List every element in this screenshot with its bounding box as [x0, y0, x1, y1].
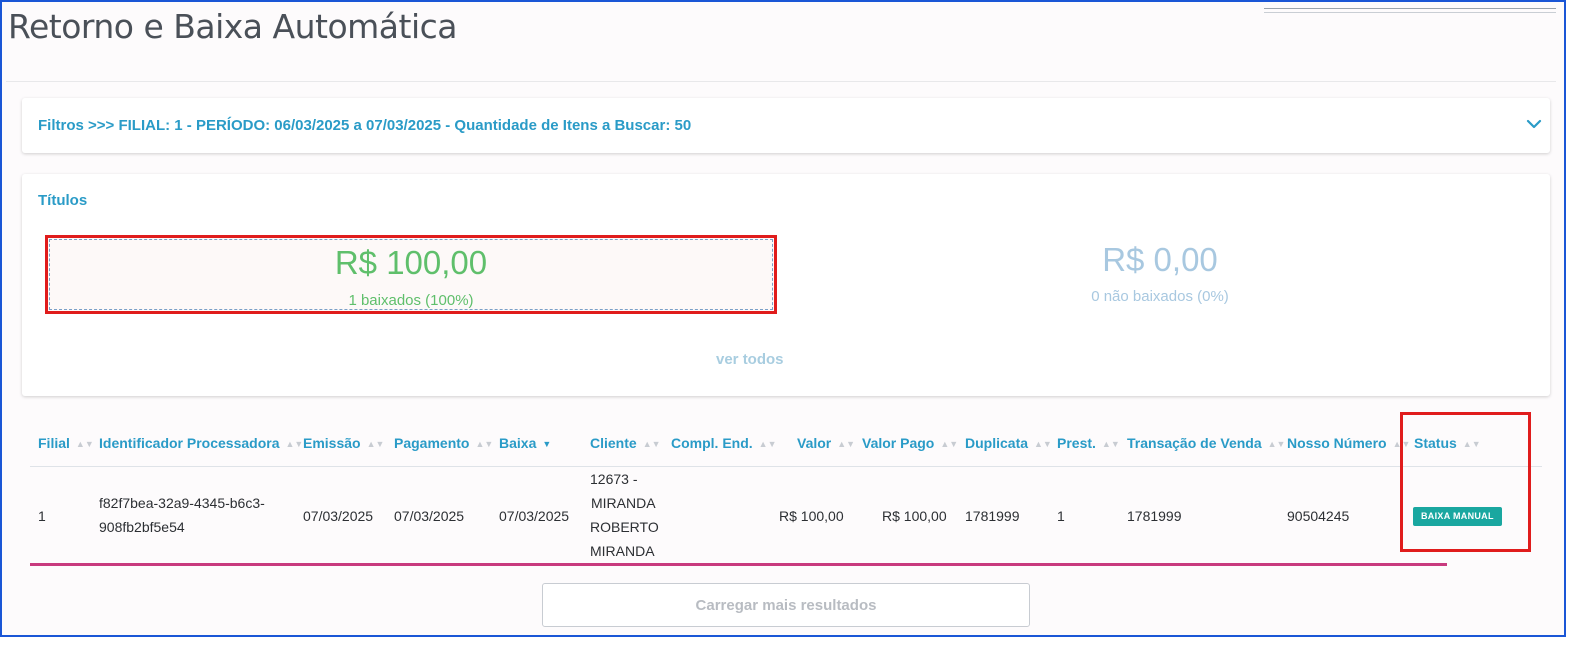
- nao-baixados-summary: R$ 0,00 0 não baixados (0%): [882, 235, 1438, 314]
- col-header-label: Compl. End.: [671, 435, 753, 451]
- table-header-divider: [30, 466, 1542, 467]
- sort-icon: ▲▼: [366, 439, 385, 449]
- sort-icon: ▲▼: [758, 439, 777, 449]
- cell-emissao: 07/03/2025: [303, 508, 374, 524]
- sort-desc-icon: ▼: [542, 439, 552, 449]
- col-header-label: Filial: [38, 435, 70, 451]
- col-header-label: Prest.: [1057, 435, 1096, 451]
- col-header-label: Valor: [797, 435, 832, 451]
- cell-prest: 1: [1057, 508, 1065, 524]
- col-header-label: Nosso Número: [1287, 435, 1387, 451]
- cell-nosso-numero: 90504245: [1287, 508, 1350, 524]
- baixados-summary: R$ 100,00 1 baixados (100%): [45, 235, 777, 314]
- col-header-pagamento[interactable]: Pagamento ▲▼: [394, 435, 493, 451]
- col-header-identificador[interactable]: Identificador Processadora ▲▼: [99, 435, 303, 451]
- title-divider: [6, 81, 1556, 82]
- col-header-valor[interactable]: Valor ▲▼: [797, 435, 855, 451]
- status-highlight-box: [1400, 412, 1531, 552]
- cell-cliente-line2: MIRANDA: [591, 495, 656, 511]
- col-header-label: Duplicata: [965, 435, 1029, 451]
- page-title: Retorno e Baixa Automática: [8, 7, 457, 46]
- col-header-compl-end[interactable]: Compl. End. ▲▼: [671, 435, 777, 451]
- cell-transacao-venda: 1781999: [1127, 508, 1182, 524]
- cell-valor: R$ 100,00: [779, 508, 844, 524]
- top-right-divider: [1264, 8, 1556, 13]
- cell-duplicata: 1781999: [965, 508, 1020, 524]
- chevron-down-icon[interactable]: [1526, 118, 1542, 130]
- col-header-label: Valor Pago: [862, 435, 935, 451]
- load-more-button[interactable]: Carregar mais resultados: [542, 583, 1030, 627]
- sort-icon: ▲▼: [475, 439, 494, 449]
- baixados-label: 1 baixados (100%): [348, 292, 474, 309]
- cell-pagamento: 07/03/2025: [394, 508, 465, 524]
- nao-baixados-amount: R$ 0,00: [1102, 241, 1218, 278]
- ver-todos-link[interactable]: ver todos: [716, 351, 784, 368]
- cell-cliente-line1: 12673 -: [590, 471, 638, 487]
- nao-baixados-label: 0 não baixados (0%): [1091, 288, 1229, 305]
- col-header-label: Identificador Processadora: [99, 435, 280, 451]
- col-header-label: Baixa: [499, 435, 537, 451]
- sort-icon: ▲▼: [75, 439, 94, 449]
- col-header-cliente[interactable]: Cliente ▲▼: [590, 435, 661, 451]
- col-header-label: Pagamento: [394, 435, 470, 451]
- titulos-panel: Títulos R$ 100,00 1 baixados (100%) R$ 0…: [22, 174, 1550, 396]
- cell-identificador-line2: 908fb2bf5e54: [99, 519, 185, 535]
- col-header-label: Emissão: [303, 435, 361, 451]
- cell-cliente-line4: MIRANDA: [590, 543, 655, 559]
- col-header-filial[interactable]: Filial ▲▼: [38, 435, 94, 451]
- sort-icon: ▲▼: [1101, 439, 1120, 449]
- col-header-baixa[interactable]: Baixa ▼: [499, 435, 551, 451]
- row-highlight-underline: [30, 563, 1447, 566]
- cell-filial: 1: [38, 508, 46, 524]
- col-header-nosso-numero[interactable]: Nosso Número ▲▼: [1287, 435, 1410, 451]
- sort-icon: ▲▼: [1034, 439, 1052, 449]
- sort-icon: ▲▼: [940, 439, 959, 449]
- sort-icon: ▲▼: [1267, 439, 1286, 449]
- sort-icon: ▲▼: [285, 439, 304, 449]
- col-header-transacao-venda[interactable]: Transação de Venda ▲▼: [1127, 435, 1285, 451]
- filters-summary[interactable]: Filtros >>> FILIAL: 1 - PERÍODO: 06/03/2…: [38, 117, 691, 134]
- baixados-amount: R$ 100,00: [334, 244, 488, 281]
- titulos-heading: Títulos: [38, 192, 88, 209]
- col-header-emissao[interactable]: Emissão ▲▼: [303, 435, 384, 451]
- cell-baixa: 07/03/2025: [499, 508, 570, 524]
- col-header-duplicata[interactable]: Duplicata ▲▼: [965, 435, 1052, 451]
- sort-icon: ▲▼: [642, 439, 661, 449]
- sort-icon: ▲▼: [837, 439, 856, 449]
- cell-cliente-line3: ROBERTO: [590, 519, 659, 535]
- col-header-label: Transação de Venda: [1127, 435, 1262, 451]
- col-header-prest[interactable]: Prest. ▲▼: [1057, 435, 1120, 451]
- cell-identificador-line1: f82f7bea-32a9-4345-b6c3-: [99, 495, 265, 511]
- cell-valor-pago: R$ 100,00: [882, 508, 947, 524]
- filters-panel[interactable]: Filtros >>> FILIAL: 1 - PERÍODO: 06/03/2…: [22, 98, 1550, 153]
- col-header-label: Cliente: [590, 435, 637, 451]
- col-header-valor-pago[interactable]: Valor Pago ▲▼: [862, 435, 958, 451]
